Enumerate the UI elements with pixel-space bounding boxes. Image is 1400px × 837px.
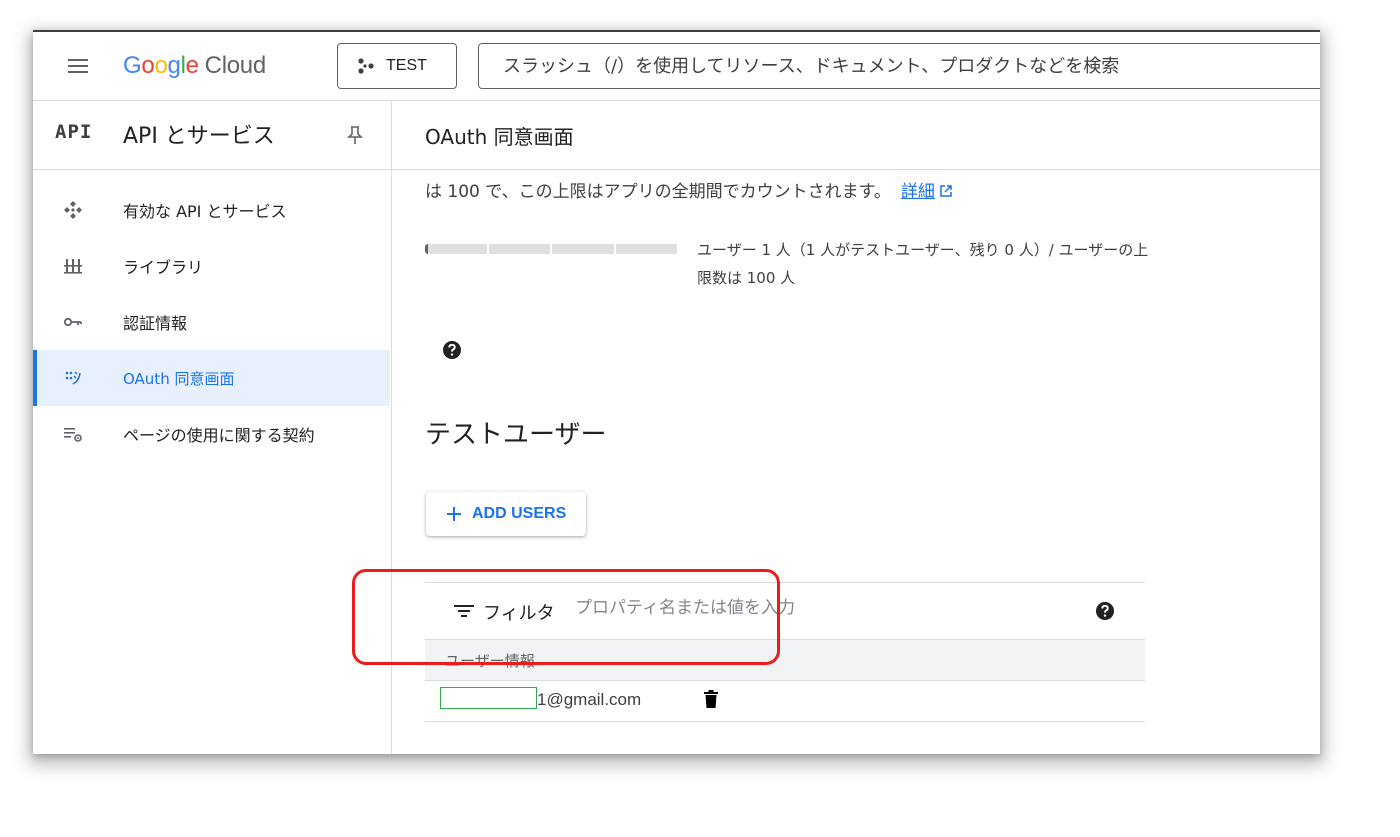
progress-segment <box>615 244 677 254</box>
logo-letter: G <box>123 52 142 79</box>
logo-letter: g <box>167 52 181 79</box>
sidebar-item-enabled-apis[interactable]: 有効な API とサービス <box>33 182 390 238</box>
progress-fill <box>425 244 428 254</box>
api-diamond-icon <box>64 201 82 219</box>
column-header-user-info: ユーザー情報 <box>445 652 535 670</box>
progress-segment <box>425 244 487 254</box>
add-users-button[interactable]: ADD USERS <box>426 492 586 536</box>
user-cap-progress-bar <box>425 244 677 254</box>
google-cloud-logo[interactable]: Google Cloud <box>123 50 266 82</box>
sidebar: API API とサービス 有効な API とサービス ライブラリ 認証情報 O… <box>33 101 392 754</box>
pin-icon[interactable] <box>347 125 363 145</box>
page-agreements-icon <box>64 428 82 442</box>
api-badge-icon: API <box>55 121 93 143</box>
user-email[interactable]: 1@gmail.com <box>537 690 641 710</box>
filter-label: フィルタ <box>483 603 555 624</box>
key-icon <box>63 317 82 327</box>
filter-input[interactable] <box>573 597 1077 619</box>
table-header: ユーザー情報 <box>425 640 1145 681</box>
top-bar: Google Cloud TEST <box>33 32 1320 101</box>
user-cap-text: ユーザー 1 人（1 人がテストユーザー、残り 0 人）/ ユーザーの上限数は … <box>697 241 1149 287</box>
library-icon <box>64 259 82 274</box>
sidebar-item-oauth-consent[interactable]: OAuth 同意画面 <box>33 350 390 406</box>
sidebar-item-label: ライブラリ <box>123 258 204 277</box>
user-limit-text: は 100 で、この上限はアプリの全期間でカウントされます。 詳細 <box>425 177 953 202</box>
sidebar-item-credentials[interactable]: 認証情報 <box>33 294 390 350</box>
logo-letter: e <box>185 52 199 79</box>
filter-help-icon[interactable] <box>1095 601 1115 621</box>
sidebar-item-label: ページの使用に関する契約 <box>123 426 315 445</box>
progress-segment <box>552 244 614 254</box>
page-title: OAuth 同意画面 <box>425 125 574 149</box>
sidebar-header: API API とサービス <box>33 101 391 170</box>
browser-frame: GoogleCloud TEST API API とサービス <box>33 30 1320 754</box>
sidebar-item-label: 認証情報 <box>123 314 188 333</box>
redacted-email-prefix <box>440 687 537 709</box>
project-picker-button[interactable]: TEST <box>337 43 457 89</box>
progress-segment <box>488 244 550 254</box>
sidebar-item-library[interactable]: ライブラリ <box>33 238 390 294</box>
table-row: 1@gmail.com <box>425 681 1145 722</box>
filter-bar: フィルタ <box>425 582 1145 640</box>
project-label: TEST <box>386 57 427 74</box>
details-link[interactable]: 詳細 <box>901 182 953 202</box>
search-box[interactable] <box>478 43 1320 89</box>
filter-icon <box>454 605 474 617</box>
test-users-title: テストユーザー <box>425 420 607 450</box>
add-users-label: ADD USERS <box>472 505 567 522</box>
hamburger-menu-icon[interactable] <box>66 56 90 76</box>
sidebar-title: API とサービス <box>123 124 275 149</box>
logo-letter: o <box>141 52 155 79</box>
open-in-new-icon <box>940 185 952 197</box>
main-content: OAuth 同意画面 は 100 で、この上限はアプリの全期間でカウントされます… <box>392 101 1320 754</box>
help-icon[interactable] <box>442 340 462 360</box>
project-dots-icon <box>358 58 374 74</box>
logo-letter: o <box>154 52 168 79</box>
delete-icon[interactable] <box>703 689 719 709</box>
consent-screen-icon <box>65 371 81 385</box>
limit-description: は 100 で、この上限はアプリの全期間でカウントされます。 <box>425 182 891 202</box>
sidebar-item-label: OAuth 同意画面 <box>123 369 235 388</box>
logo-product: Cloud <box>204 52 267 79</box>
sidebar-item-page-agreements[interactable]: ページの使用に関する契約 <box>33 406 390 462</box>
search-input[interactable] <box>501 54 1320 78</box>
plus-icon <box>447 507 461 521</box>
sidebar-item-label: 有効な API とサービス <box>123 202 287 221</box>
main-header: OAuth 同意画面 <box>392 101 1320 170</box>
test-users-table: フィルタ ユーザー情報 1@gmail.com <box>425 582 1145 722</box>
details-link-label: 詳細 <box>900 182 935 202</box>
